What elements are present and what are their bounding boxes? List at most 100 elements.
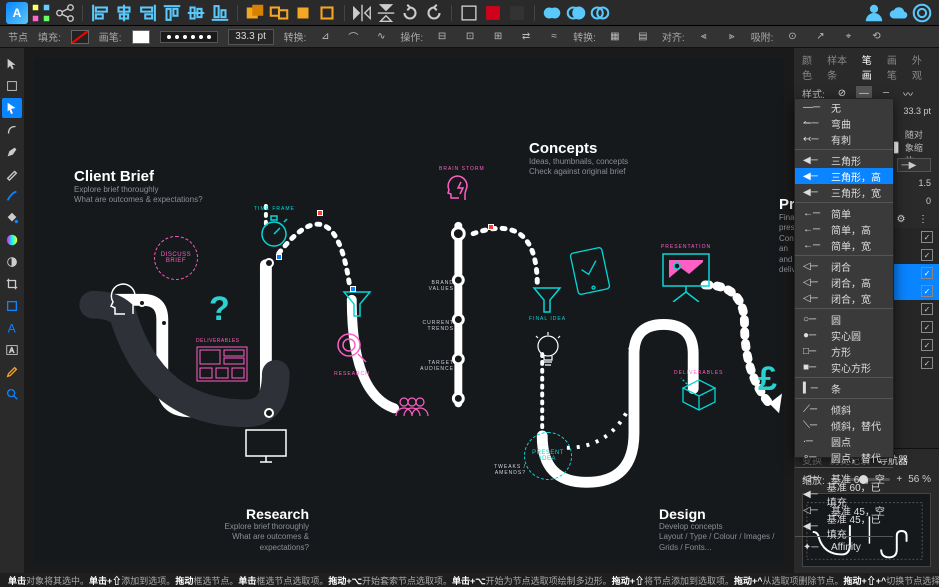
group-icon[interactable] xyxy=(244,3,266,23)
convert-smooth-icon[interactable]: ⌒ xyxy=(344,29,362,45)
action-reverse-icon[interactable]: ⇄ xyxy=(517,29,535,45)
arrowhead-option[interactable]: ∘─圆点，替代 xyxy=(795,449,893,465)
action-break-icon[interactable]: ⊟ xyxy=(433,29,451,45)
zoom-in-icon[interactable]: + xyxy=(896,474,902,485)
tab-stroke[interactable]: 笔画 xyxy=(862,52,881,82)
transform-2-icon[interactable]: ▤ xyxy=(634,29,652,45)
arrowhead-option[interactable]: ◀─基准 60，已填充 xyxy=(795,486,893,502)
align-right-icon[interactable] xyxy=(137,3,159,23)
transform-1-icon[interactable]: ▦ xyxy=(606,29,624,45)
arrowhead-option[interactable]: ∙─圆点 xyxy=(795,433,893,449)
snap-1-icon[interactable]: ⊙ xyxy=(783,29,801,45)
corner-tool[interactable] xyxy=(2,120,22,140)
snap-3-icon[interactable]: ⌖ xyxy=(839,29,857,45)
bool-subtract-icon[interactable] xyxy=(565,3,587,23)
fill-tool[interactable] xyxy=(2,208,22,228)
frame-text-tool[interactable]: A xyxy=(2,340,22,360)
arrowhead-option[interactable]: ▍─条 xyxy=(795,380,893,396)
arrowhead-option[interactable]: ←─简单，高 xyxy=(795,221,893,237)
arrowhead-option[interactable]: ◁─闭合，宽 xyxy=(795,290,893,306)
opacity-more-icon[interactable]: ⋮ xyxy=(915,212,931,226)
share-icon[interactable] xyxy=(54,3,76,23)
arrowhead-option[interactable]: ◀─三角形 xyxy=(795,152,893,168)
bring-front-icon[interactable] xyxy=(292,3,314,23)
bool-xor-icon[interactable] xyxy=(613,3,635,23)
arrowhead-option[interactable]: ⟍─倾斜，替代 xyxy=(795,417,893,433)
node-handle-mid[interactable] xyxy=(317,210,323,216)
ungroup-icon[interactable] xyxy=(268,3,290,23)
grid-icon[interactable] xyxy=(30,3,52,23)
snap-4-icon[interactable]: ⟲ xyxy=(867,29,885,45)
flip-h-icon[interactable] xyxy=(351,3,373,23)
align-middle-icon[interactable] xyxy=(185,3,207,23)
transparency-tool[interactable] xyxy=(2,252,22,272)
opacity-gear-icon[interactable]: ⚙ xyxy=(893,212,909,226)
tab-swatches[interactable]: 样本条 xyxy=(827,52,856,82)
node-tool[interactable] xyxy=(2,98,22,118)
arrowhead-option[interactable]: ■─实心方形 xyxy=(795,359,893,375)
arrowhead-option[interactable]: ↢─有刺 xyxy=(795,131,893,147)
action-close-icon[interactable]: ⊡ xyxy=(461,29,479,45)
path-node-4[interactable] xyxy=(264,408,274,418)
swatch-red-icon[interactable] xyxy=(482,3,504,23)
align-bottom-icon[interactable] xyxy=(209,3,231,23)
path-node-2[interactable] xyxy=(160,319,168,327)
canvas-viewport[interactable]: Client Brief Explore brief thoroughly Wh… xyxy=(24,48,794,573)
tab-color[interactable]: 颜色 xyxy=(802,52,821,82)
send-back-icon[interactable] xyxy=(316,3,338,23)
arrowhead-option[interactable]: ⟋─倾斜 xyxy=(795,401,893,417)
settings-icon[interactable] xyxy=(911,3,933,23)
path-node-3[interactable] xyxy=(264,258,274,268)
action-join-icon[interactable]: ⊞ xyxy=(489,29,507,45)
rotate-left-icon[interactable] xyxy=(399,3,421,23)
align-top-icon[interactable] xyxy=(161,3,183,23)
path-node-1[interactable] xyxy=(138,299,146,307)
arrowhead-option[interactable]: ○─圆 xyxy=(795,311,893,327)
arrowhead-option[interactable]: ↼─弯曲 xyxy=(795,115,893,131)
cloud-icon[interactable] xyxy=(887,3,909,23)
user-icon[interactable] xyxy=(863,3,885,23)
gradient-tool[interactable] xyxy=(2,230,22,250)
arrowhead-option[interactable]: ◀─三角形，宽 xyxy=(795,184,893,200)
arrowhead-option[interactable]: □─方形 xyxy=(795,343,893,359)
fill-swatch[interactable] xyxy=(71,30,89,44)
arrowhead-option[interactable]: ◀─三角形，高 xyxy=(795,168,893,184)
convert-smart-icon[interactable]: ∿ xyxy=(372,29,390,45)
zoom-tool[interactable] xyxy=(2,384,22,404)
arrowhead-option[interactable]: ←─简单，宽 xyxy=(795,237,893,253)
align-left-icon[interactable] xyxy=(89,3,111,23)
node-handle-end[interactable] xyxy=(350,286,356,292)
stroke-width-field[interactable] xyxy=(228,29,274,45)
arrowhead-option[interactable]: ◀─基准 45，已填充 xyxy=(795,518,893,534)
flip-v-icon[interactable] xyxy=(375,3,397,23)
bool-union-icon[interactable] xyxy=(541,3,563,23)
color-picker-tool[interactable] xyxy=(2,362,22,382)
node-handle-2[interactable] xyxy=(488,224,494,230)
tab-brush[interactable]: 画笔 xyxy=(887,52,906,82)
align-center-icon[interactable] xyxy=(113,3,135,23)
style-brush-icon[interactable]: 〰 xyxy=(900,86,916,100)
artboard-icon[interactable] xyxy=(458,3,480,23)
bool-intersect-icon[interactable] xyxy=(589,3,611,23)
shape-tool[interactable] xyxy=(2,296,22,316)
arrowhead-dropdown-menu[interactable]: —─无↼─弯曲↢─有刺 ◀─三角形◀─三角形，高◀─三角形，宽 ←─简单←─简单，高… xyxy=(794,98,894,458)
text-tool[interactable]: A xyxy=(2,318,22,338)
arrowhead-option[interactable]: —─无 xyxy=(795,99,893,115)
convert-sharp-icon[interactable]: ⊿ xyxy=(316,29,334,45)
align-2-icon[interactable]: ⫸ xyxy=(723,29,741,45)
arrow-end-dropdown[interactable]: ─▶ xyxy=(897,158,932,172)
tab-appearance[interactable]: 外观 xyxy=(912,52,931,82)
node-handle-start[interactable] xyxy=(276,254,282,260)
arrowhead-option[interactable]: ←─简单 xyxy=(795,205,893,221)
rotate-right-icon[interactable] xyxy=(423,3,445,23)
arrowhead-option[interactable]: ✦─Affinity xyxy=(795,539,893,555)
arrowhead-option[interactable]: ◁─闭合 xyxy=(795,258,893,274)
arrowhead-option[interactable]: ◁─闭合，高 xyxy=(795,274,893,290)
snap-2-icon[interactable]: ↗ xyxy=(811,29,829,45)
pencil-tool[interactable] xyxy=(2,164,22,184)
action-smooth-icon[interactable]: ≈ xyxy=(545,29,563,45)
brush-tool[interactable] xyxy=(2,186,22,206)
move-tool[interactable] xyxy=(2,54,22,74)
swatch-dark-icon[interactable] xyxy=(506,3,528,23)
artboard-tool[interactable] xyxy=(2,76,22,96)
